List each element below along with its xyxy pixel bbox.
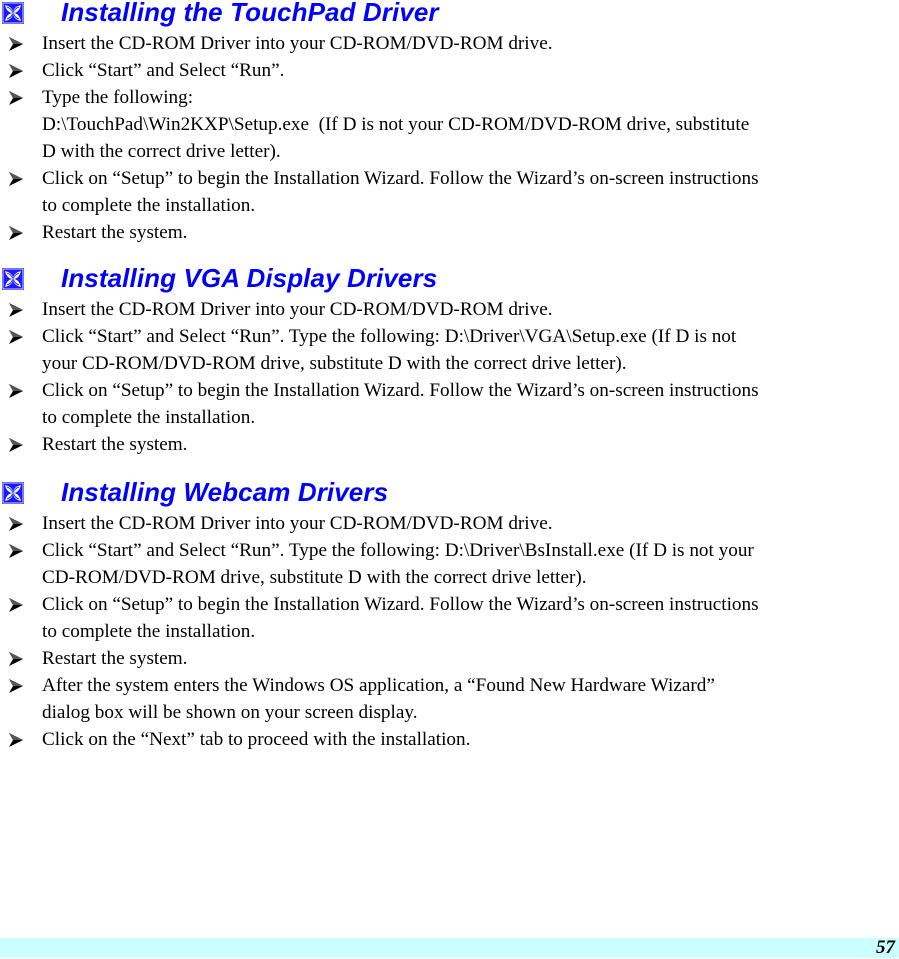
list-item: Click “Start” and Select “Run”. Type the… bbox=[0, 326, 899, 380]
arrow-bullet-icon bbox=[8, 302, 24, 318]
arrow-bullet-icon bbox=[8, 225, 24, 241]
list-item: Click on the “Next” tab to proceed with … bbox=[0, 729, 899, 756]
arrow-bullet-icon bbox=[8, 678, 24, 694]
list-item-text: Click “Start” and Select “Run”. Type the… bbox=[42, 540, 754, 561]
list-item-text: to complete the installation. bbox=[42, 621, 256, 642]
arrow-bullet-icon bbox=[8, 516, 24, 532]
section-title: Installing VGA Display Drivers bbox=[61, 263, 438, 293]
arrow-bullet-icon bbox=[8, 597, 24, 613]
arrow-bullet-icon bbox=[8, 383, 24, 399]
list-item-text: to complete the installation. bbox=[42, 407, 256, 428]
ornament-icon bbox=[2, 268, 24, 290]
list-item-text: Click on “Setup” to begin the Installati… bbox=[42, 380, 759, 401]
page-number: 57 bbox=[876, 937, 895, 958]
list-item: Click “Start” and Select “Run”. Type the… bbox=[0, 540, 899, 594]
list-item-text: CD-ROM/DVD-ROM drive, substitute D with … bbox=[42, 567, 587, 588]
list-item-text: to complete the installation. bbox=[42, 195, 256, 216]
list-item: Insert the CD-ROM Driver into your CD-RO… bbox=[0, 513, 899, 540]
list-item-text: Insert the CD-ROM Driver into your CD-RO… bbox=[42, 33, 553, 54]
list-item-text: D:\TouchPad\Win2KXP\Setup.exe (If D is n… bbox=[42, 114, 750, 135]
list-item-text: Click on the “Next” tab to proceed with … bbox=[42, 729, 471, 750]
list-item-text: Restart the system. bbox=[42, 648, 188, 669]
list-item-text: Insert the CD-ROM Driver into your CD-RO… bbox=[42, 513, 553, 534]
arrow-bullet-icon bbox=[8, 651, 24, 667]
arrow-bullet-icon bbox=[8, 329, 24, 345]
list-item: Click on “Setup” to begin the Installati… bbox=[0, 168, 899, 222]
list-item: Click on “Setup” to begin the Installati… bbox=[0, 594, 899, 648]
ornament-icon bbox=[2, 2, 24, 24]
list-item-text: Click on “Setup” to begin the Installati… bbox=[42, 168, 759, 189]
list-item-text: Restart the system. bbox=[42, 222, 188, 243]
arrow-bullet-icon bbox=[8, 36, 24, 52]
list-item-text: dialog box will be shown on your screen … bbox=[42, 702, 418, 723]
list-item: Restart the system. bbox=[0, 434, 899, 461]
page-footer: 57 bbox=[0, 937, 899, 958]
list-item-text: After the system enters the Windows OS a… bbox=[42, 675, 715, 696]
list-item: Restart the system. bbox=[0, 222, 899, 249]
section-title: Installing the TouchPad Driver bbox=[61, 0, 439, 27]
arrow-bullet-icon bbox=[8, 63, 24, 79]
list-item-text: Insert the CD-ROM Driver into your CD-RO… bbox=[42, 299, 553, 320]
ornament-icon bbox=[2, 482, 24, 504]
list-item: Click “Start” and Select “Run”. bbox=[0, 60, 899, 87]
list-item: Insert the CD-ROM Driver into your CD-RO… bbox=[0, 33, 899, 60]
list-item-text: Click on “Setup” to begin the Installati… bbox=[42, 594, 759, 615]
arrow-bullet-icon bbox=[8, 543, 24, 559]
arrow-bullet-icon bbox=[8, 437, 24, 453]
list-item-text: Restart the system. bbox=[42, 434, 188, 455]
list-item-text: your CD-ROM/DVD-ROM drive, substitute D … bbox=[42, 353, 627, 374]
arrow-bullet-icon bbox=[8, 732, 24, 748]
list-item: Restart the system. bbox=[0, 648, 899, 675]
list-item: After the system enters the Windows OS a… bbox=[0, 675, 899, 729]
list-item: Insert the CD-ROM Driver into your CD-RO… bbox=[0, 299, 899, 326]
list-item-text: Click “Start” and Select “Run”. Type the… bbox=[42, 326, 737, 347]
list-item-text: D with the correct drive letter). bbox=[42, 141, 281, 162]
list-item: Click on “Setup” to begin the Installati… bbox=[0, 380, 899, 434]
list-item-text: Click “Start” and Select “Run”. bbox=[42, 60, 285, 81]
arrow-bullet-icon bbox=[8, 90, 24, 106]
section-title: Installing Webcam Drivers bbox=[61, 477, 389, 507]
list-item: Type the following: D:\TouchPad\Win2KXP\S… bbox=[0, 87, 899, 168]
arrow-bullet-icon bbox=[8, 171, 24, 187]
list-item-text: Type the following: bbox=[42, 87, 194, 108]
